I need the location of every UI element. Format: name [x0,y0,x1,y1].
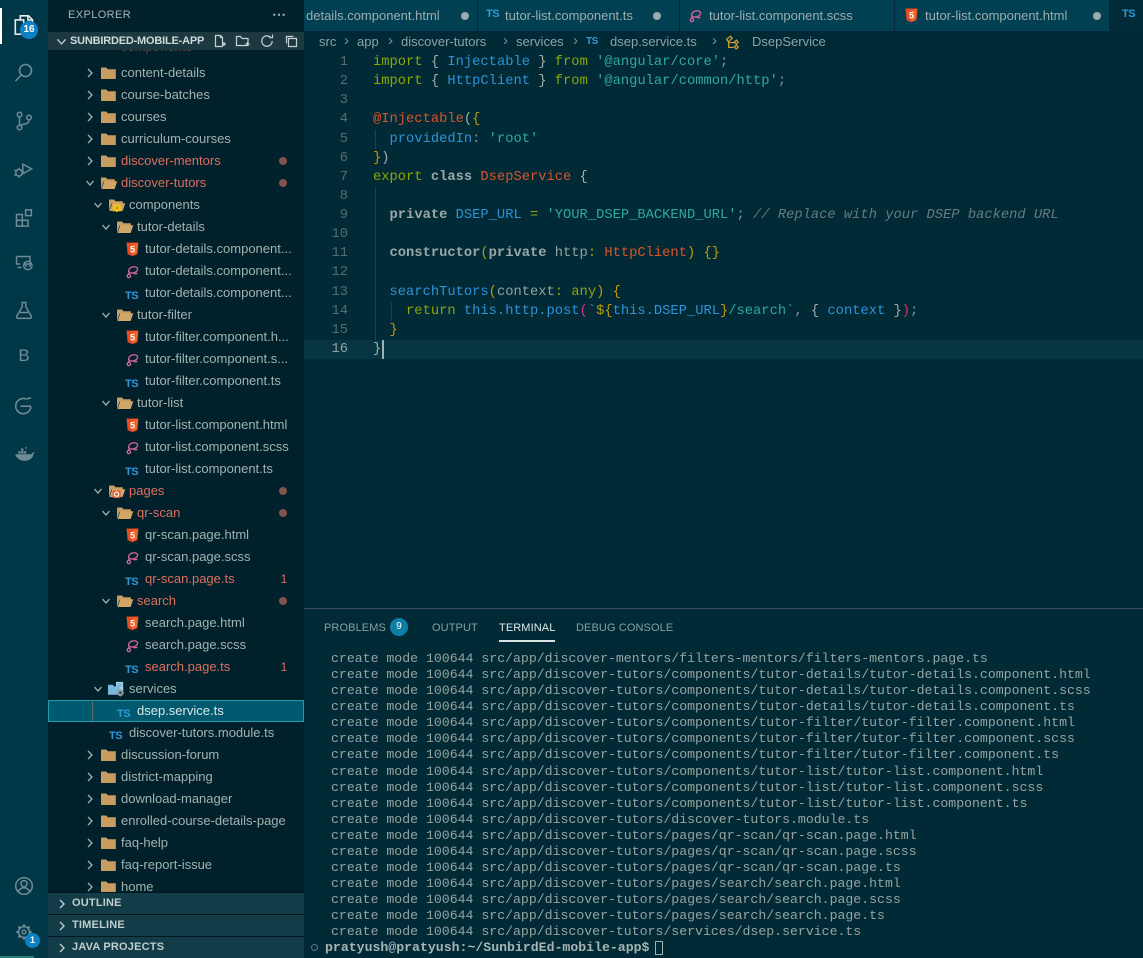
svg-text:5: 5 [130,333,135,343]
svg-text:5: 5 [130,245,135,255]
svg-text:5: 5 [130,619,135,629]
svg-text:5: 5 [130,531,135,541]
svg-text:5: 5 [130,421,135,431]
svg-text:5: 5 [909,11,914,21]
